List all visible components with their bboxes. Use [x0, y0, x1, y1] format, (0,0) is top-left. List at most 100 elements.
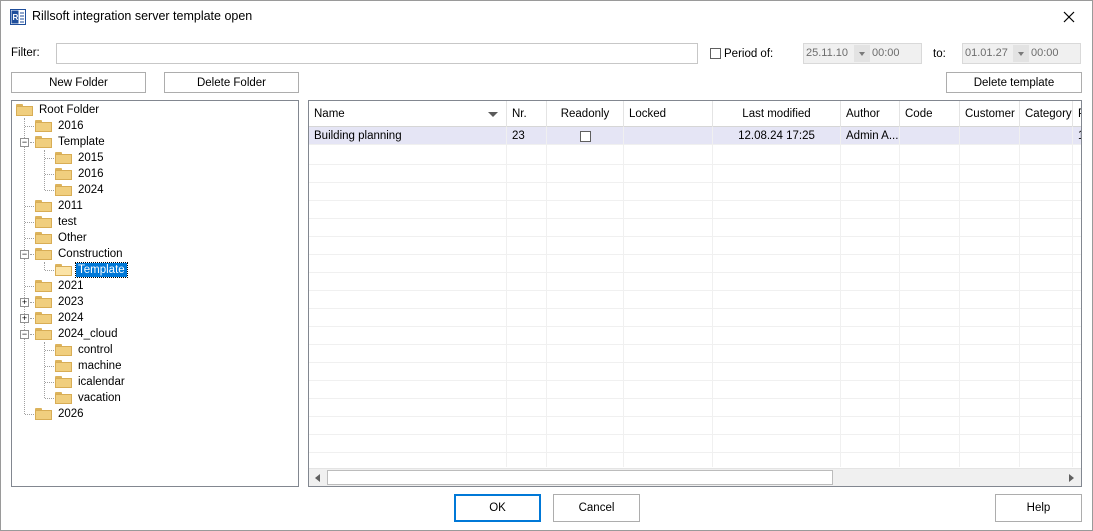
column-header-customer[interactable]: Customer	[960, 101, 1020, 127]
tree-item[interactable]: machine	[55, 358, 123, 374]
grid-row-line	[309, 164, 1081, 165]
tree-item[interactable]: Construction	[35, 246, 125, 262]
column-header-p[interactable]: P	[1073, 101, 1081, 127]
tree-item[interactable]: 2023	[35, 294, 86, 310]
tree-item[interactable]: 2024_cloud	[35, 326, 119, 342]
collapse-toggle[interactable]: −	[20, 330, 29, 339]
tree-connector	[45, 190, 54, 191]
tree-item-label: Template	[75, 262, 128, 278]
grid-column-line	[506, 145, 507, 467]
tree-item[interactable]: 2016	[55, 166, 106, 182]
svg-text:R: R	[13, 13, 19, 22]
title-bar[interactable]: R Rillsoft integration server template o…	[1, 1, 1092, 32]
grid-row-line	[309, 290, 1081, 291]
tree-connector	[45, 174, 54, 175]
column-header-nr[interactable]: Nr.	[507, 101, 547, 127]
tree-item[interactable]: 2011	[35, 198, 85, 214]
new-folder-button[interactable]: New Folder	[11, 72, 146, 93]
tree-item-selected[interactable]: Template	[55, 262, 128, 278]
collapse-toggle[interactable]: −	[20, 250, 29, 259]
column-header-code[interactable]: Code	[900, 101, 960, 127]
to-date-dropdown[interactable]	[1013, 45, 1029, 62]
from-date-dropdown[interactable]	[854, 45, 870, 62]
tree-item[interactable]: Other	[35, 230, 89, 246]
tree-item[interactable]: 2024	[35, 310, 86, 326]
scroll-left-button[interactable]	[309, 469, 326, 486]
column-header-label: Name	[314, 108, 345, 120]
window-title: Rillsoft integration server template ope…	[32, 9, 253, 23]
folder-icon	[35, 328, 52, 340]
grid-column-line	[1019, 145, 1020, 467]
horizontal-scrollbar[interactable]	[309, 468, 1081, 486]
grid-column-line	[959, 145, 960, 467]
column-header-category[interactable]: Category	[1020, 101, 1073, 127]
grid-header: Name Nr. Readonly Locked Last modified A…	[309, 101, 1081, 127]
expand-toggle[interactable]: +	[20, 298, 29, 307]
delete-folder-button[interactable]: Delete Folder	[164, 72, 299, 93]
tree-item-label: 2011	[58, 200, 83, 212]
tree-item[interactable]: Template	[35, 134, 107, 150]
column-header-readonly[interactable]: Readonly	[547, 101, 624, 127]
collapse-toggle[interactable]: −	[20, 138, 29, 147]
column-header-label: Code	[905, 108, 933, 120]
expand-toggle[interactable]: +	[20, 314, 29, 323]
tree-item[interactable]: control	[55, 342, 115, 358]
tree-item-label: Root Folder	[39, 104, 100, 116]
tree-connector	[25, 238, 34, 239]
tree-connector	[25, 414, 34, 415]
column-header-label: Last modified	[742, 108, 811, 120]
tree-item-label: 2024_cloud	[58, 328, 118, 340]
tree-connector	[45, 350, 54, 351]
tree-item-label: vacation	[78, 392, 121, 404]
column-header-author[interactable]: Author	[841, 101, 900, 127]
tree-item-label: 2016	[78, 168, 104, 180]
ok-button[interactable]: OK	[454, 494, 541, 522]
grid-row-line	[309, 344, 1081, 345]
delete-template-button[interactable]: Delete template	[946, 72, 1082, 93]
to-date-picker[interactable]: 01.01.27 00:00	[962, 43, 1081, 64]
tree-connector	[44, 150, 45, 190]
tree-item-root-folder[interactable]: Root Folder	[16, 102, 101, 118]
tree-item[interactable]: 2024	[55, 182, 106, 198]
template-grid[interactable]: Name Nr. Readonly Locked Last modified A…	[308, 100, 1082, 487]
from-time-value[interactable]: 00:00	[872, 47, 900, 59]
grid-row-line	[309, 398, 1081, 399]
column-header-name[interactable]: Name	[309, 101, 507, 127]
cell-customer	[960, 127, 1020, 145]
column-header-label: P	[1078, 108, 1081, 120]
period-checkbox[interactable]	[710, 48, 721, 59]
folder-icon	[35, 136, 52, 148]
from-date-picker[interactable]: 25.11.10 00:00	[803, 43, 922, 64]
scrollbar-thumb[interactable]	[327, 470, 833, 485]
help-button[interactable]: Help	[995, 494, 1082, 522]
filter-input[interactable]	[56, 43, 698, 64]
column-header-locked[interactable]: Locked	[624, 101, 713, 127]
grid-row-line	[309, 380, 1081, 381]
tree-item[interactable]: 2016	[35, 118, 86, 134]
readonly-checkbox[interactable]	[579, 130, 591, 142]
tree-item[interactable]: vacation	[55, 390, 123, 406]
tree-item[interactable]: 2026	[35, 406, 86, 422]
tree-item[interactable]: 2021	[35, 278, 86, 294]
to-time-value[interactable]: 00:00	[1031, 47, 1059, 59]
grid-row-line	[309, 236, 1081, 237]
tree-item-label: Construction	[58, 248, 123, 260]
tree-item-label: Other	[58, 232, 87, 244]
tree-connector	[45, 382, 54, 383]
tree-item[interactable]: icalendar	[55, 374, 127, 390]
column-header-last-modified[interactable]: Last modified	[713, 101, 841, 127]
close-button[interactable]	[1046, 1, 1092, 32]
folder-tree[interactable]: − − + + − Root Folder 2016 Template 2015…	[11, 100, 299, 487]
grid-row-line	[309, 434, 1081, 435]
period-label: Period of:	[724, 48, 774, 60]
tree-item[interactable]: 2015	[55, 150, 106, 166]
grid-column-line	[840, 145, 841, 467]
folder-icon	[35, 200, 52, 212]
filter-label: Filter:	[11, 47, 40, 59]
scroll-right-button[interactable]	[1063, 469, 1080, 486]
tree-connector	[45, 270, 54, 271]
grid-row-line	[309, 308, 1081, 309]
cancel-button[interactable]: Cancel	[553, 494, 640, 522]
table-row[interactable]: Building planning 23 12.08.24 17:25 Admi…	[309, 127, 1081, 145]
tree-item[interactable]: test	[35, 214, 79, 230]
